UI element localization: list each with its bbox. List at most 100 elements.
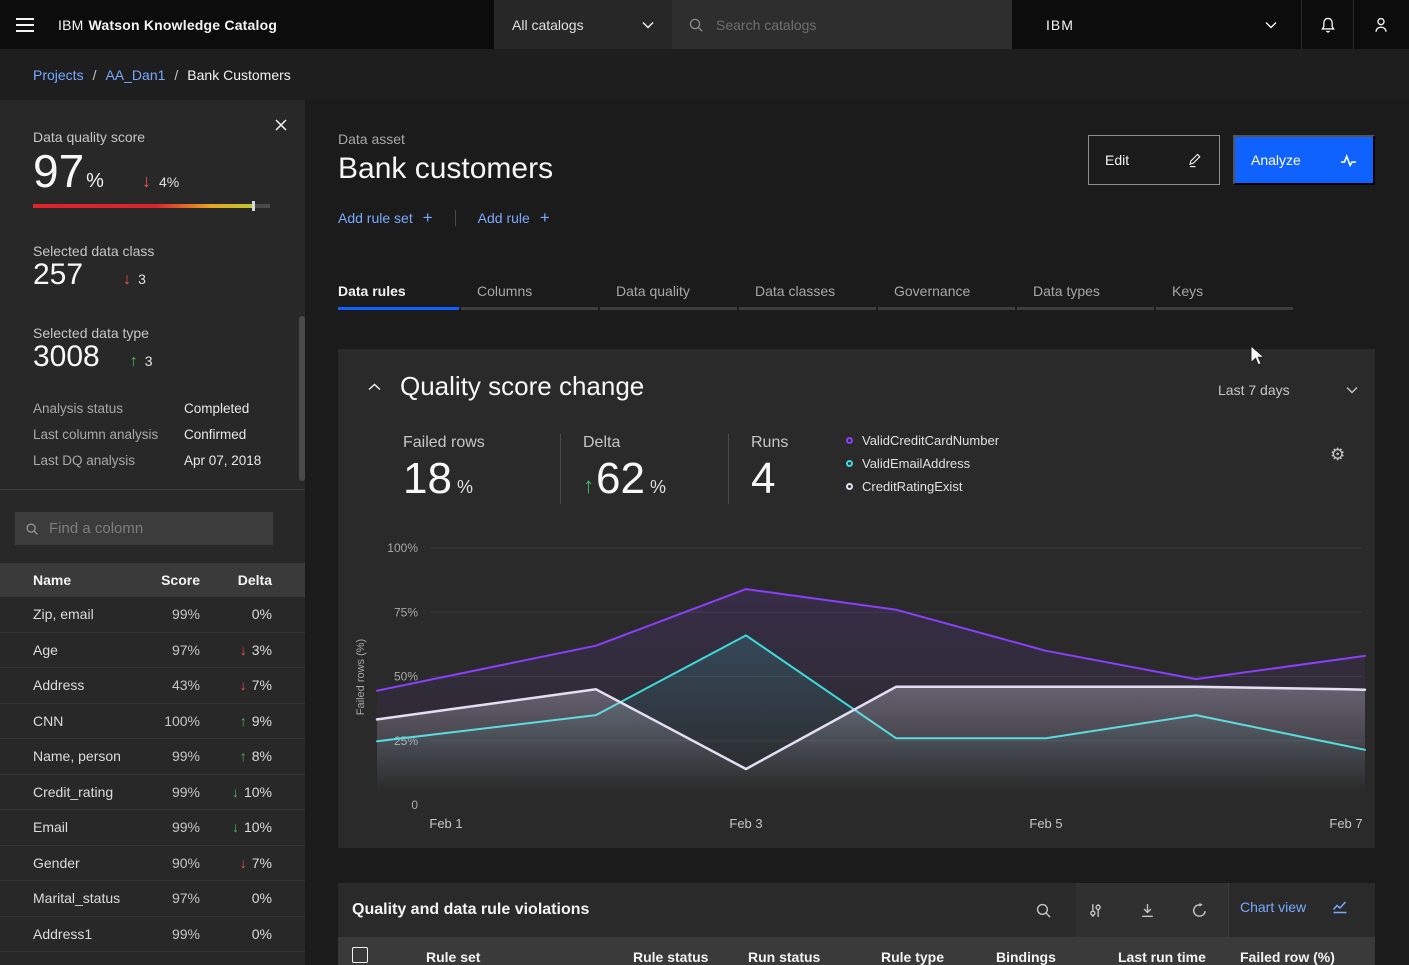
chevron-down-icon: [1346, 386, 1358, 394]
search-input[interactable]: [714, 16, 996, 34]
pencil-icon: [1187, 152, 1203, 168]
meta-row: Last DQ analysisApr 07, 2018: [33, 453, 285, 468]
find-column-field: [15, 512, 273, 545]
tab-keys[interactable]: Keys: [1156, 283, 1293, 310]
tab-governance[interactable]: Governance: [878, 283, 1015, 310]
plus-icon: +: [423, 208, 433, 228]
settings-adjust-icon[interactable]: [1081, 896, 1109, 924]
table-row[interactable]: Marital_status97%0%: [0, 881, 305, 917]
divider: [1228, 883, 1229, 937]
table-row[interactable]: Age97%↓3%: [0, 633, 305, 669]
down-arrow-icon: ↓: [232, 819, 239, 835]
tab-data-rules[interactable]: Data rules: [338, 283, 459, 310]
edit-button[interactable]: Edit: [1088, 135, 1220, 185]
table-row[interactable]: Email99%↓10%: [0, 810, 305, 846]
columns-table-body: Zip, email99%0%Age97%↓3%Address43%↓7%CNN…: [0, 597, 305, 965]
chart-line-icon: [1332, 899, 1348, 915]
column-header[interactable]: Rule status: [633, 949, 708, 965]
column-header[interactable]: Failed row (%): [1240, 949, 1335, 965]
down-arrow-icon: ↓: [240, 642, 247, 658]
breadcrumb: Projects/AA_Dan1/Bank Customers: [33, 67, 291, 83]
table-row[interactable]: Address43%↓7%: [0, 668, 305, 704]
column-header[interactable]: Rule set: [426, 949, 480, 965]
analyze-button[interactable]: Analyze: [1233, 135, 1375, 185]
add-rule-set-link[interactable]: Add rule set+: [338, 208, 433, 228]
breadcrumb-link[interactable]: Projects: [33, 67, 84, 83]
table-row[interactable]: Address199%0%: [0, 917, 305, 953]
legend-dot-icon: [846, 460, 853, 467]
column-header[interactable]: Run status: [748, 949, 820, 965]
data-class-value: 257 ↓ 3: [33, 258, 146, 292]
main-content: Data asset Bank customers Add rule set+ …: [305, 100, 1409, 965]
stat-delta: Delta ↑62%: [560, 434, 728, 504]
user-avatar-icon[interactable]: [1355, 0, 1407, 49]
select-all-checkbox[interactable]: [352, 947, 368, 963]
tab-columns[interactable]: Columns: [461, 283, 598, 310]
divider: [455, 210, 456, 226]
app-window: IBM Watson Knowledge Catalog All catalog…: [0, 0, 1409, 965]
global-search: [672, 0, 1012, 49]
table-row[interactable]: CNN100%↑9%: [0, 704, 305, 740]
tab-data-types[interactable]: Data types: [1017, 283, 1154, 310]
table-row[interactable]: ↑: [0, 952, 305, 965]
up-arrow-icon: ↑: [583, 473, 594, 499]
down-arrow-icon: ↓: [240, 855, 247, 871]
table-row[interactable]: Gender90%↓7%: [0, 846, 305, 882]
analysis-meta-list: Analysis statusCompleted Last column anal…: [33, 401, 285, 479]
page-title: Bank customers: [338, 152, 553, 186]
legend-item[interactable]: ValidCreditCardNumber: [846, 433, 999, 448]
data-type-value: 3008 ↑ 3: [33, 340, 153, 374]
menu-hamburger-icon[interactable]: [0, 0, 49, 49]
catalog-selector[interactable]: All catalogs: [494, 0, 672, 49]
range-selector[interactable]: Last 7 days: [1218, 382, 1358, 398]
find-column-input[interactable]: [47, 519, 263, 538]
notifications-bell-icon[interactable]: [1302, 0, 1354, 49]
table-row[interactable]: Zip, email99%0%: [0, 597, 305, 633]
chart-view-toggle[interactable]: Chart view: [1240, 899, 1348, 915]
table-row[interactable]: Name, person99%↑8%: [0, 739, 305, 775]
legend-dot-icon: [846, 437, 853, 444]
data-quality-sidebar: Data quality score 97% ↓ 4% Selected dat…: [0, 100, 305, 965]
top-header-bar: IBM Watson Knowledge Catalog All catalog…: [0, 0, 1409, 49]
legend-item[interactable]: ValidEmailAddress: [846, 456, 999, 471]
brand-name: Watson Knowledge Catalog: [89, 17, 278, 33]
table-row[interactable]: Credit_rating99%↓10%: [0, 775, 305, 811]
breadcrumb-separator: /: [93, 67, 97, 83]
asset-tabs: Data rulesColumnsData qualityData classe…: [338, 283, 1295, 310]
account-selector[interactable]: IBM: [1012, 0, 1302, 49]
catalog-selector-label: All catalogs: [512, 17, 584, 33]
gradient-bar-marker: [252, 201, 255, 211]
gear-icon[interactable]: ⚙: [1330, 445, 1345, 465]
data-class-label: Selected data class: [33, 243, 154, 259]
brand-prefix: IBM: [58, 17, 84, 33]
breadcrumb-link[interactable]: AA_Dan1: [105, 67, 165, 83]
legend-item[interactable]: CreditRatingExist: [846, 479, 999, 494]
svg-text:Feb 3: Feb 3: [729, 816, 762, 831]
search-icon: [688, 17, 704, 33]
stat-failed-rows: Failed rows 18%: [403, 434, 560, 504]
add-rule-link[interactable]: Add rule+: [478, 208, 550, 228]
svg-text:100%: 100%: [387, 541, 418, 555]
search-icon[interactable]: [1029, 896, 1057, 924]
down-arrow-icon: ↓: [240, 677, 247, 693]
asset-type-label: Data asset: [338, 131, 405, 147]
column-header[interactable]: Rule type: [881, 949, 944, 965]
tab-data-quality[interactable]: Data quality: [600, 283, 737, 310]
column-header[interactable]: Last run time: [1118, 949, 1206, 965]
restart-icon[interactable]: [1185, 896, 1213, 924]
download-icon[interactable]: [1133, 896, 1161, 924]
tab-data-classes[interactable]: Data classes: [739, 283, 876, 310]
column-header[interactable]: Bindings: [996, 949, 1056, 965]
svg-text:75%: 75%: [394, 605, 418, 619]
quality-score-gradient-bar: [33, 204, 270, 208]
chevron-up-icon[interactable]: [364, 377, 384, 397]
plus-icon: +: [540, 208, 550, 228]
down-arrow-icon: ↓: [142, 171, 151, 192]
meta-row: Last column analysisConfirmed: [33, 427, 285, 442]
legend-dot-icon: [846, 483, 853, 490]
svg-text:Feb 7: Feb 7: [1329, 816, 1362, 831]
down-arrow-icon: ↓: [232, 784, 239, 800]
search-icon: [25, 522, 39, 536]
close-icon[interactable]: [270, 114, 292, 136]
meta-row: Analysis statusCompleted: [33, 401, 285, 416]
